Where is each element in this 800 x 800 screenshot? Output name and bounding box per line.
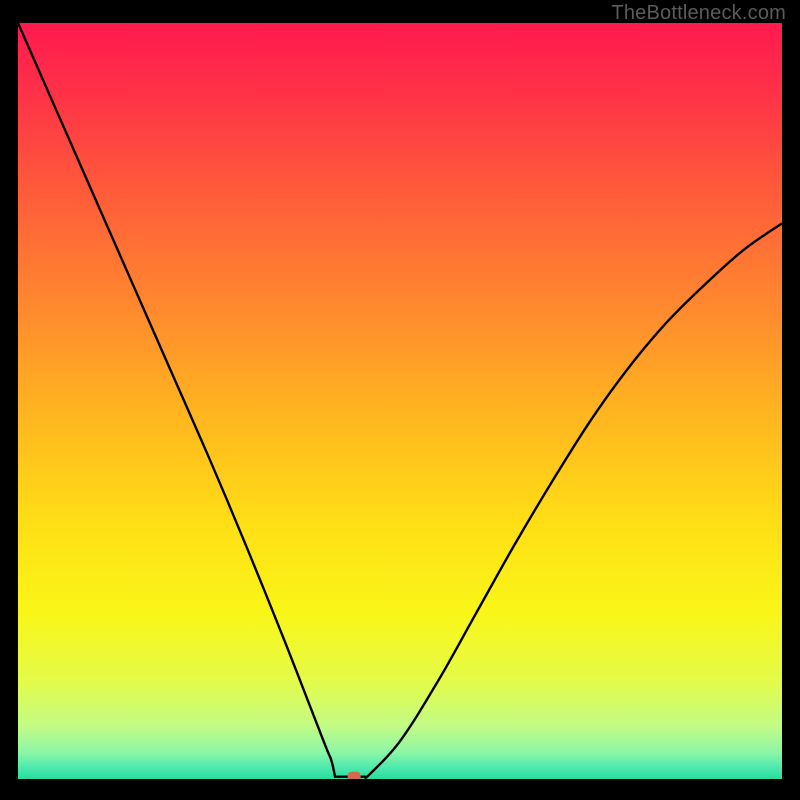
- gradient-background: [18, 23, 782, 779]
- optimal-marker: [348, 772, 361, 779]
- watermark-text: TheBottleneck.com: [611, 2, 786, 25]
- bottleneck-chart: [18, 23, 782, 779]
- chart-frame: [18, 23, 782, 779]
